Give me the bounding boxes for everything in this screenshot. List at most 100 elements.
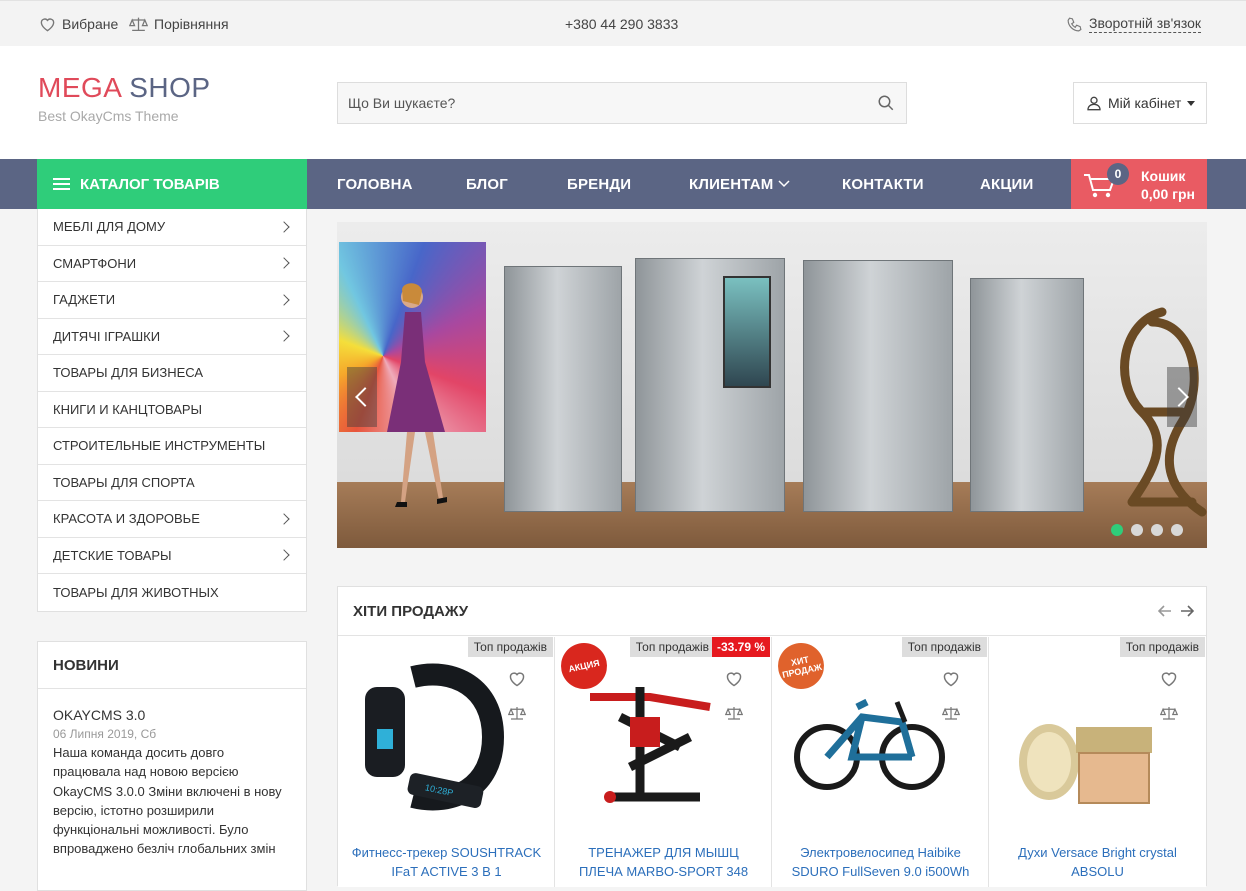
logo-part1: MEGA bbox=[38, 72, 121, 103]
category-label: ГАДЖЕТИ bbox=[53, 292, 116, 308]
compare-link[interactable]: Порівняння bbox=[129, 1, 229, 47]
slider-dot[interactable] bbox=[1131, 524, 1143, 536]
bestsellers-header: ХІТИ ПРОДАЖУ bbox=[338, 587, 1206, 636]
product-card[interactable]: Топ продажів ХИТ ПРОДАЖ Электровелосипед… bbox=[772, 637, 989, 887]
catalog-button[interactable]: КАТАЛОГ ТОВАРІВ bbox=[37, 159, 307, 209]
category-label: ТОВАРЫ ДЛЯ БИЗНЕСА bbox=[53, 365, 204, 381]
product-image[interactable] bbox=[1004, 657, 1164, 817]
category-label: ДИТЯЧІ ІГРАШКИ bbox=[53, 328, 161, 344]
category-label: СМАРТФОНИ bbox=[53, 255, 137, 271]
bestsellers-title: ХІТИ ПРОДАЖУ bbox=[353, 602, 469, 620]
callback-link[interactable]: Зворотній зв'язок bbox=[1066, 1, 1202, 47]
bestsellers-section: ХІТИ ПРОДАЖУ Топ продажів 10:28P Фитнесс… bbox=[337, 586, 1207, 887]
slider-dot[interactable] bbox=[1171, 524, 1183, 536]
category-item[interactable]: МЕБЛІ ДЛЯ ДОМУ bbox=[38, 209, 306, 246]
nav-item-clients[interactable]: КЛИЕНТАМ bbox=[689, 159, 790, 209]
logo[interactable]: MEGA SHOP Best OkayCms Theme bbox=[38, 72, 211, 124]
product-card[interactable]: Топ продажів Духи Versace Bright crystal… bbox=[989, 637, 1206, 887]
product-image[interactable] bbox=[787, 657, 947, 817]
search-button[interactable] bbox=[866, 83, 906, 123]
news-item-text: Наша команда досить довго працювала над … bbox=[53, 745, 282, 857]
cart-button[interactable]: 0 Кошик 0,00 грн bbox=[1071, 159, 1207, 209]
fridge-1 bbox=[504, 266, 622, 512]
slider-prev-button[interactable] bbox=[347, 367, 377, 427]
search-icon bbox=[878, 95, 894, 111]
slider-dots bbox=[1111, 524, 1183, 536]
callback-label: Зворотній зв'язок bbox=[1089, 15, 1202, 33]
phone-number[interactable]: +380 44 290 3833 bbox=[565, 1, 678, 47]
slider-next-button[interactable] bbox=[1167, 367, 1197, 427]
product-card[interactable]: Топ продажів -33.79 % АКЦИЯ ТРЕНАЖЕР ДЛЯ… bbox=[555, 637, 772, 887]
product-name[interactable]: ТРЕНАЖЕР ДЛЯ МЫШЦ ПЛЕЧА MARBO-SPORT 348 bbox=[565, 843, 762, 881]
news-item[interactable]: OKAYCMS 3.0 06 Липня 2019, Сб Наша коман… bbox=[38, 689, 306, 859]
hero-slider bbox=[337, 222, 1207, 548]
product-card[interactable]: Топ продажів 10:28P Фитнесс-трекер SOUSH… bbox=[338, 637, 555, 887]
nav-item-clients-label: КЛИЕНТАМ bbox=[689, 175, 774, 193]
news-item-title[interactable]: OKAYCMS 3.0 bbox=[53, 707, 291, 723]
compare-label: Порівняння bbox=[154, 16, 229, 32]
category-label: МЕБЛІ ДЛЯ ДОМУ bbox=[53, 219, 166, 235]
news-widget: НОВИНИ OKAYCMS 3.0 06 Липня 2019, Сб Наш… bbox=[37, 641, 307, 891]
slider-dot[interactable] bbox=[1111, 524, 1123, 536]
logo-part2: SHOP bbox=[129, 72, 211, 103]
account-dropdown[interactable]: Мій кабінет bbox=[1073, 82, 1207, 124]
nav-item-contacts[interactable]: КОНТАКТИ bbox=[842, 159, 924, 209]
cart-label: Кошик bbox=[1141, 168, 1186, 184]
chevron-right-icon bbox=[278, 294, 290, 306]
category-label: КНИГИ И КАНЦТОВАРЫ bbox=[53, 401, 203, 417]
account-label: Мій кабінет bbox=[1108, 95, 1182, 111]
category-item[interactable]: КНИГИ И КАНЦТОВАРЫ bbox=[38, 392, 306, 428]
category-label: ДЕТСКИЕ ТОВАРЫ bbox=[53, 547, 172, 563]
favorites-link[interactable]: Вибране bbox=[39, 1, 118, 47]
top-sales-badge: Топ продажів bbox=[1119, 637, 1205, 657]
category-item[interactable]: ТОВАРЫ ДЛЯ СПОРТА bbox=[38, 465, 306, 501]
category-label: ТОВАРЫ ДЛЯ ЖИВОТНЫХ bbox=[53, 584, 219, 600]
chevron-right-icon bbox=[278, 257, 290, 269]
chevron-right-icon bbox=[1169, 387, 1189, 407]
product-name[interactable]: Электровелосипед Haibike SDURO FullSeven… bbox=[782, 843, 979, 881]
nav-item-brands[interactable]: БРЕНДИ bbox=[567, 159, 631, 209]
chevron-right-icon bbox=[278, 549, 290, 561]
favorites-label: Вибране bbox=[62, 16, 119, 32]
arrow-left-icon[interactable] bbox=[1158, 605, 1172, 617]
top-sales-badge: Топ продажів bbox=[901, 637, 987, 657]
category-menu: МЕБЛІ ДЛЯ ДОМУ СМАРТФОНИ ГАДЖЕТИ ДИТЯЧІ ІГР… bbox=[37, 209, 307, 612]
chevron-right-icon bbox=[278, 513, 290, 525]
logo-tagline: Best OkayCms Theme bbox=[38, 108, 179, 124]
category-item[interactable]: СМАРТФОНИ bbox=[38, 246, 306, 282]
product-image[interactable]: 10:28P bbox=[353, 657, 513, 817]
chevron-down-icon bbox=[778, 180, 790, 188]
chevron-left-icon bbox=[355, 387, 375, 407]
heart-icon bbox=[40, 17, 55, 31]
top-bar: Вибране Порівняння +380 44 290 3833 Звор… bbox=[0, 0, 1246, 46]
category-item[interactable]: ТОВАРЫ ДЛЯ ЖИВОТНЫХ bbox=[38, 574, 306, 611]
top-sales-badge: Топ продажів bbox=[629, 637, 715, 657]
category-item[interactable]: ДИТЯЧІ ІГРАШКИ bbox=[38, 319, 306, 355]
nav-item-home[interactable]: ГОЛОВНА bbox=[337, 159, 413, 209]
search-box bbox=[337, 82, 907, 124]
news-title: НОВИНИ bbox=[38, 642, 306, 689]
product-image[interactable] bbox=[570, 657, 730, 817]
category-item[interactable]: ГАДЖЕТИ bbox=[38, 282, 306, 319]
slider-dot[interactable] bbox=[1151, 524, 1163, 536]
category-item[interactable]: ДЕТСКИЕ ТОВАРЫ bbox=[38, 538, 306, 574]
phone-icon bbox=[1067, 16, 1082, 31]
search-input[interactable] bbox=[338, 83, 866, 123]
category-item[interactable]: ТОВАРЫ ДЛЯ БИЗНЕСА bbox=[38, 355, 306, 392]
category-item[interactable]: СТРОИТЕЛЬНЫЕ ИНСТРУМЕНТЫ bbox=[38, 428, 306, 465]
product-name[interactable]: Фитнесс-трекер SOUSHTRACK IFaT ACTIVE 3 … bbox=[348, 843, 545, 881]
user-icon bbox=[1087, 96, 1101, 111]
chevron-right-icon bbox=[278, 330, 290, 342]
catalog-label: КАТАЛОГ ТОВАРІВ bbox=[80, 175, 220, 193]
nav-item-promos[interactable]: АКЦИИ bbox=[980, 159, 1034, 209]
category-label: КРАСОТА И ЗДОРОВЬЕ bbox=[53, 511, 200, 527]
header: MEGA SHOP Best OkayCms Theme Мій кабінет bbox=[0, 46, 1246, 159]
nav-item-blog[interactable]: БЛОГ bbox=[466, 159, 508, 209]
product-name[interactable]: Духи Versace Bright crystal ABSOLU bbox=[999, 843, 1196, 881]
category-item[interactable]: КРАСОТА И ЗДОРОВЬЕ bbox=[38, 501, 306, 538]
scales-icon bbox=[129, 17, 148, 31]
arrow-right-icon[interactable] bbox=[1180, 605, 1194, 617]
top-sales-badge: Топ продажів bbox=[467, 637, 553, 657]
discount-badge: -33.79 % bbox=[711, 637, 770, 657]
category-label: СТРОИТЕЛЬНЫЕ ИНСТРУМЕНТЫ bbox=[53, 438, 266, 454]
